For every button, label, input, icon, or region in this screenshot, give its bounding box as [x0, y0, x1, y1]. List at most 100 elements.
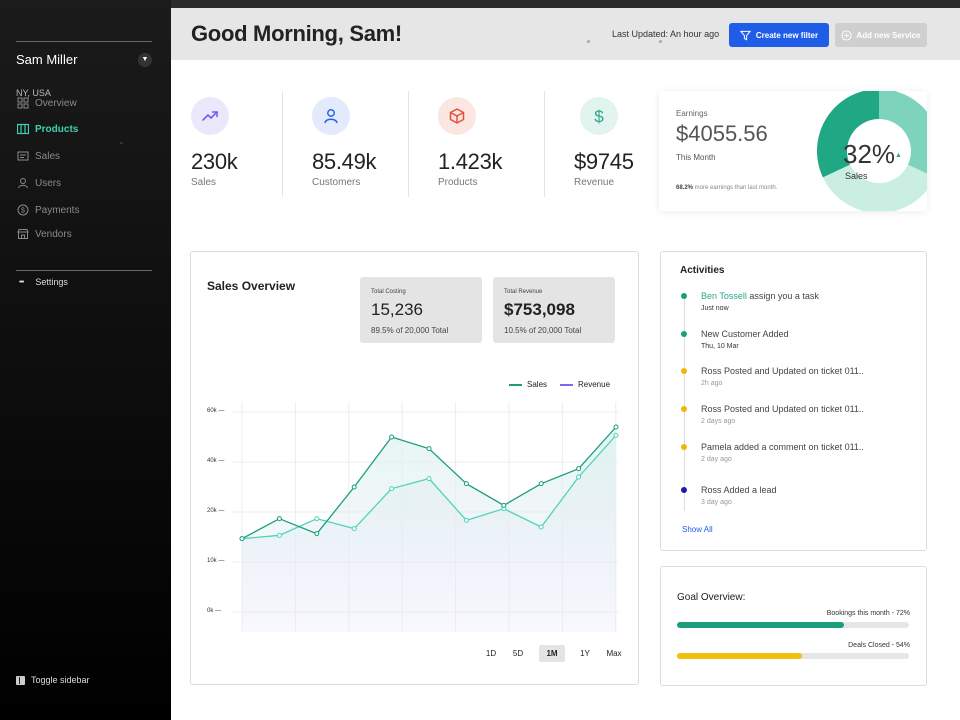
create-filter-label: Create new filter	[755, 30, 819, 40]
svg-text:$: $	[594, 107, 604, 125]
data-point-revenue[interactable]	[351, 526, 357, 532]
toggle-sidebar-label: Toggle sidebar	[31, 675, 90, 685]
activity-dot	[681, 330, 687, 337]
data-point-sales[interactable]	[463, 481, 469, 487]
data-point-sales[interactable]	[239, 536, 245, 542]
header: Good Morning, Sam! Last Updated: An hour…	[171, 8, 960, 60]
add-service-label: Add new Service	[856, 30, 921, 40]
stat-customers: 85.49k Customers	[312, 97, 377, 188]
activity-message: Ross Added a lead	[701, 484, 777, 495]
data-point-revenue[interactable]	[314, 516, 320, 522]
range-1d-button[interactable]: 1D	[483, 645, 499, 662]
activity-time: Just now	[701, 305, 729, 312]
data-point-sales[interactable]	[538, 481, 544, 487]
sidebar-item-label: Sales	[35, 150, 61, 162]
sidebar-item-payments[interactable]: $ Payments	[17, 202, 79, 218]
data-point-revenue[interactable]	[613, 432, 619, 438]
sidebar-divider	[16, 41, 152, 42]
goal-progress-fill	[677, 653, 803, 659]
add-service-button[interactable]: Add new Service	[835, 23, 927, 47]
user-menu-chevron-icon[interactable]: ▼	[138, 53, 152, 67]
data-point-sales[interactable]	[613, 424, 619, 430]
goal-overview-title: Goal Overview:	[677, 592, 746, 603]
activities-title: Activities	[680, 265, 725, 276]
sidebar-item-sales[interactable]: Sales	[17, 148, 60, 164]
data-point-revenue[interactable]	[389, 486, 395, 492]
data-point-sales[interactable]	[501, 502, 507, 508]
user-icon	[18, 178, 28, 189]
activity-time: 2 day ago	[701, 455, 732, 463]
series-area-sales	[242, 427, 616, 632]
stat-value: 85.49k	[312, 149, 377, 174]
goal-label: Deals Closed - 54%	[848, 642, 910, 649]
earnings-card: Earnings $4055.56 This Month 68.2% more …	[659, 91, 927, 211]
data-point-sales[interactable]	[389, 434, 395, 440]
activity-dot	[681, 293, 687, 299]
chevron-down-icon: ⌄	[118, 137, 125, 146]
earnings-title: Earnings	[676, 109, 708, 118]
dollar-circle-icon: $	[17, 204, 29, 216]
columns-icon	[17, 123, 29, 135]
sales-line-chart	[232, 402, 619, 632]
stat-revenue: $ $9745 Revenue	[574, 97, 634, 188]
data-point-revenue[interactable]	[276, 532, 282, 538]
trend-up-icon	[202, 111, 218, 121]
activities-card: Activities Ben Tossell assign you a task…	[660, 251, 927, 551]
stat-products: 1.423k Products	[438, 97, 503, 188]
stat-value: $9745	[574, 149, 634, 174]
last-updated: Last Updated: An hour ago	[612, 29, 720, 39]
plus-circle-icon	[841, 29, 853, 41]
range-max-button[interactable]: Max	[603, 645, 625, 662]
sidebar-item-settings[interactable]: ••• Settings	[19, 277, 68, 287]
goal-overview-card: Goal Overview: Bookings this month - 72%…	[660, 566, 927, 686]
range-1y-button[interactable]: 1Y	[577, 645, 593, 662]
create-filter-button[interactable]: Create new filter	[729, 23, 829, 47]
data-point-sales[interactable]	[426, 446, 432, 452]
activity-message: New Customer Added	[701, 328, 789, 339]
top-strip	[171, 0, 960, 8]
data-point-sales[interactable]	[576, 466, 582, 472]
page-title: Good Morning, Sam!	[191, 21, 402, 46]
divider	[282, 91, 283, 197]
data-point-sales[interactable]	[276, 516, 282, 522]
user-name[interactable]: Sam Miller	[16, 52, 77, 67]
decorative-dot	[587, 40, 590, 43]
data-point-revenue[interactable]	[538, 524, 544, 530]
sidebar-toggle-icon	[16, 675, 25, 685]
activity-dot	[681, 368, 687, 375]
data-point-sales[interactable]	[314, 531, 320, 537]
grid-icon	[17, 97, 29, 109]
sidebar-item-overview[interactable]: Overview	[17, 95, 77, 111]
range-1m-button[interactable]: 1M	[539, 645, 565, 662]
show-all-link[interactable]: Show All	[682, 525, 713, 534]
sidebar-divider	[16, 270, 152, 271]
svg-text:$: $	[21, 208, 25, 215]
earnings-value: $4055.56	[676, 121, 768, 146]
sidebar-item-label: Overview	[35, 97, 77, 109]
goal-progress-bar	[677, 653, 909, 659]
range-5d-button[interactable]: 5D	[509, 645, 527, 662]
sidebar-item-vendors[interactable]: Vendors	[17, 226, 72, 242]
box-icon	[449, 108, 465, 124]
goal-label: Bookings this month - 72%	[826, 610, 910, 617]
activity-dot	[681, 443, 687, 450]
stat-icon-bg	[191, 97, 229, 135]
data-point-revenue[interactable]	[576, 474, 582, 480]
sidebar-item-label: Users	[35, 177, 62, 189]
data-point-sales[interactable]	[351, 484, 357, 490]
dollar-icon: $	[594, 107, 604, 125]
more-icon: •••	[19, 278, 24, 286]
sidebar-item-label: Vendors	[35, 228, 72, 240]
donut-remaining-segment	[822, 164, 927, 211]
filter-icon	[739, 30, 751, 40]
data-point-revenue[interactable]	[426, 476, 432, 482]
activity-user-link[interactable]: Ben Tossell	[701, 291, 747, 301]
settings-label: Settings	[35, 277, 68, 287]
toggle-sidebar-button[interactable]: Toggle sidebar	[16, 675, 90, 685]
data-point-revenue[interactable]	[463, 517, 469, 523]
activity-message: Ross Posted and Updated on ticket 011..	[701, 366, 864, 377]
sidebar-item-products[interactable]: Products	[17, 121, 78, 137]
sidebar-item-users[interactable]: Users	[17, 175, 61, 191]
stat-label: Revenue	[574, 177, 615, 188]
activity-time: 3 day ago	[701, 498, 732, 506]
